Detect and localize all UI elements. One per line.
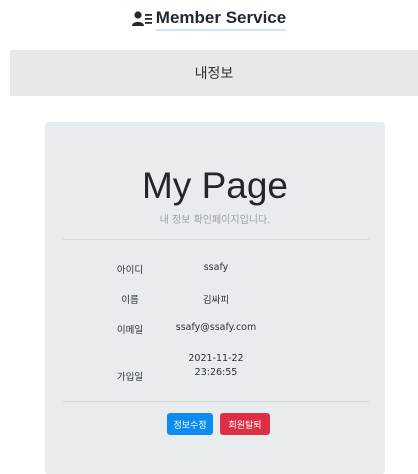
card-subtitle: 내 정보 확인페이지입니다. bbox=[159, 215, 271, 226]
mypage-card: My Page 내 정보 확인페이지입니다. 아이디 ssafy 이름 김싸피 … bbox=[45, 122, 385, 474]
divider-bottom bbox=[63, 401, 369, 402]
info-value-joined: 2021-11-22 23:26:55 bbox=[161, 352, 271, 380]
info-value-email: ssafy@ssafy.com bbox=[175, 322, 257, 333]
page: Member Service 내정보 My Page 내 정보 확인페이지입니다… bbox=[0, 0, 418, 474]
info-label-joined: 가입일 bbox=[116, 372, 144, 383]
page-title: 내정보 bbox=[194, 66, 234, 82]
card-title: My Page bbox=[141, 165, 288, 206]
joined-time: 23:26:55 bbox=[194, 367, 238, 378]
info-value-id: ssafy bbox=[203, 262, 229, 273]
page-title-strip: 내정보 bbox=[10, 50, 418, 96]
brand-header[interactable]: Member Service bbox=[0, 6, 418, 32]
info-label-email: 이메일 bbox=[116, 325, 144, 336]
divider-top bbox=[63, 239, 369, 240]
delete-account-button[interactable]: 회원탈퇴 bbox=[220, 413, 270, 435]
joined-date: 2021-11-22 bbox=[188, 353, 244, 364]
user-list-icon bbox=[131, 11, 152, 26]
info-row-joined: 가입일 2021-11-22 23:26:55 bbox=[45, 352, 385, 386]
info-label-name: 이름 bbox=[121, 295, 139, 306]
info-label-id: 아이디 bbox=[116, 265, 144, 276]
brand-title: Member Service bbox=[155, 8, 287, 31]
edit-profile-button[interactable]: 정보수정 bbox=[167, 413, 213, 435]
info-value-name: 김싸피 bbox=[202, 295, 230, 306]
